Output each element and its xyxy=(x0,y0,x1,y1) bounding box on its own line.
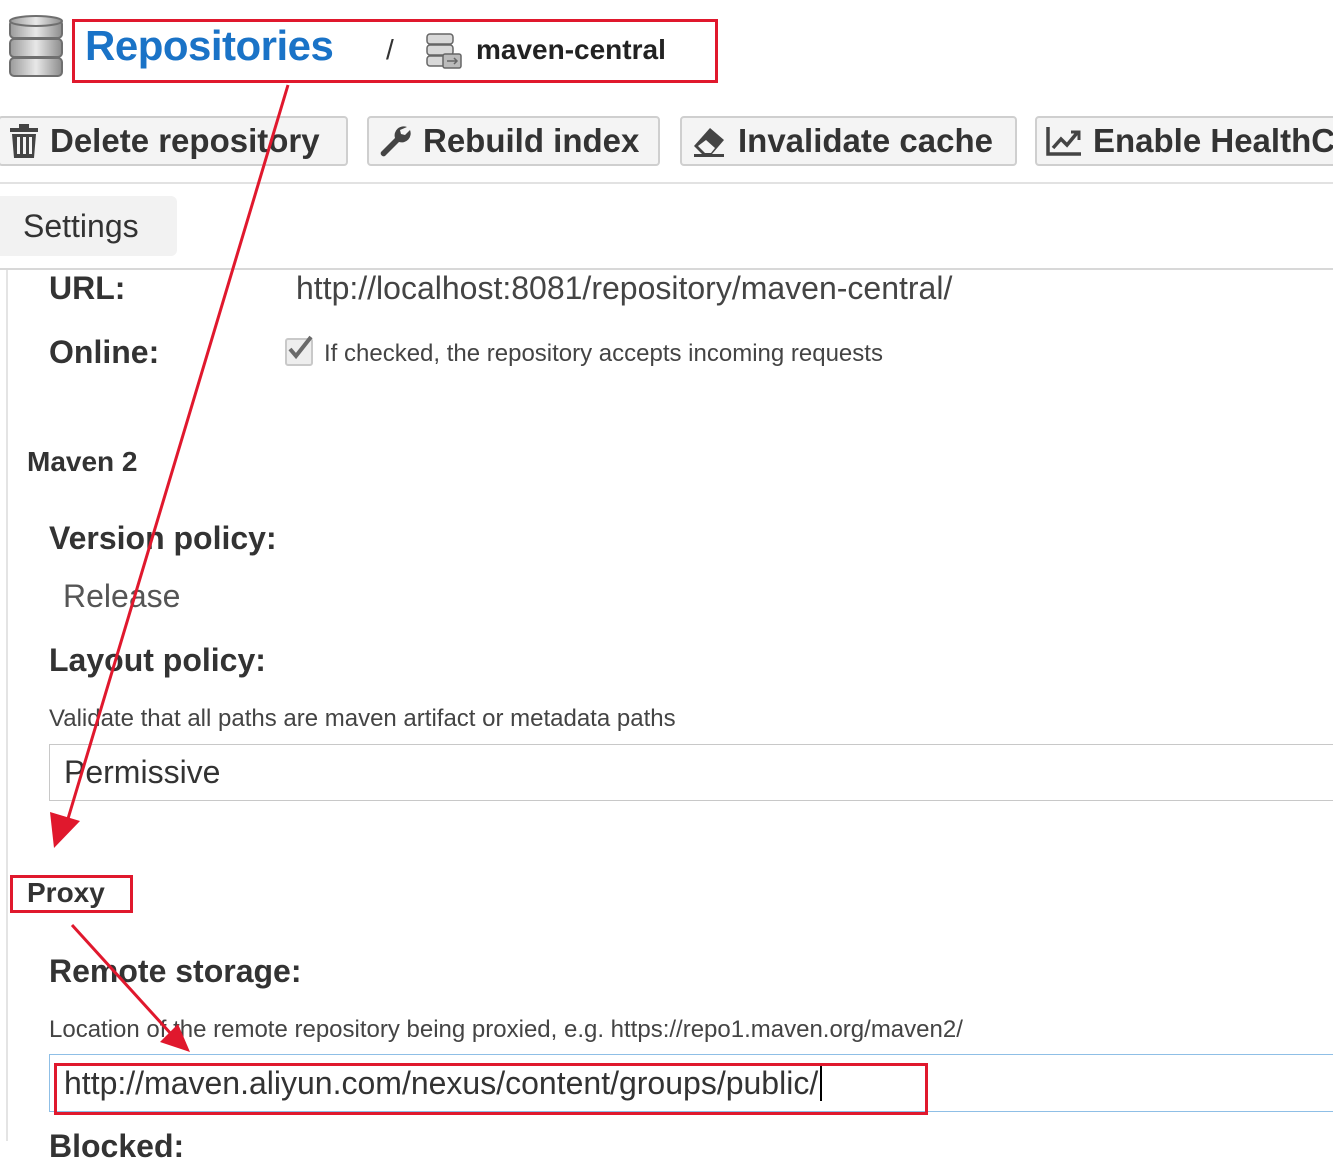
rebuild-index-button[interactable]: Rebuild index xyxy=(367,116,660,166)
delete-repository-button[interactable]: Delete repository xyxy=(0,116,348,166)
online-label: Online: xyxy=(49,334,160,370)
enable-healthcheck-button[interactable]: Enable HealthC xyxy=(1035,116,1333,166)
online-help-text: If checked, the repository accepts incom… xyxy=(324,340,883,367)
version-policy-value: Release xyxy=(63,578,181,614)
remote-storage-label: Remote storage: xyxy=(49,953,302,989)
tab-settings[interactable]: Settings xyxy=(0,196,177,256)
layout-policy-select[interactable]: Permissive xyxy=(49,744,1333,801)
layout-policy-selected-value: Permissive xyxy=(64,754,221,790)
annotation-box-proxy xyxy=(10,875,133,913)
annotation-arrowhead-proxy xyxy=(50,812,80,848)
database-icon xyxy=(8,14,64,80)
trash-icon xyxy=(10,124,38,158)
rebuild-index-label: Rebuild index xyxy=(423,122,640,159)
eraser-icon xyxy=(694,128,724,157)
layout-policy-help: Validate that all paths are maven artifa… xyxy=(49,705,676,732)
section-maven2-title: Maven 2 xyxy=(27,446,138,477)
panel-border-left xyxy=(6,270,8,1141)
invalidate-cache-button[interactable]: Invalidate cache xyxy=(680,116,1017,166)
chart-line-icon xyxy=(1046,127,1081,156)
layout-policy-label: Layout policy: xyxy=(49,642,266,678)
url-value: http://localhost:8081/repository/maven-c… xyxy=(296,270,953,306)
toolbar-divider xyxy=(0,182,1333,184)
invalidate-cache-label: Invalidate cache xyxy=(738,122,993,159)
wrench-icon xyxy=(380,126,411,157)
tab-settings-label: Settings xyxy=(23,207,139,244)
delete-repository-label: Delete repository xyxy=(50,122,320,159)
checkmark-icon xyxy=(288,335,313,360)
remote-storage-help: Location of the remote repository being … xyxy=(49,1016,963,1043)
url-label: URL: xyxy=(49,270,126,306)
annotation-box-breadcrumb xyxy=(72,19,718,83)
blocked-label: Blocked: xyxy=(49,1128,185,1164)
version-policy-label: Version policy: xyxy=(49,520,277,556)
online-checkbox[interactable] xyxy=(285,335,313,366)
annotation-box-remote-storage xyxy=(54,1063,928,1115)
enable-healthcheck-label: Enable HealthC xyxy=(1093,122,1333,159)
